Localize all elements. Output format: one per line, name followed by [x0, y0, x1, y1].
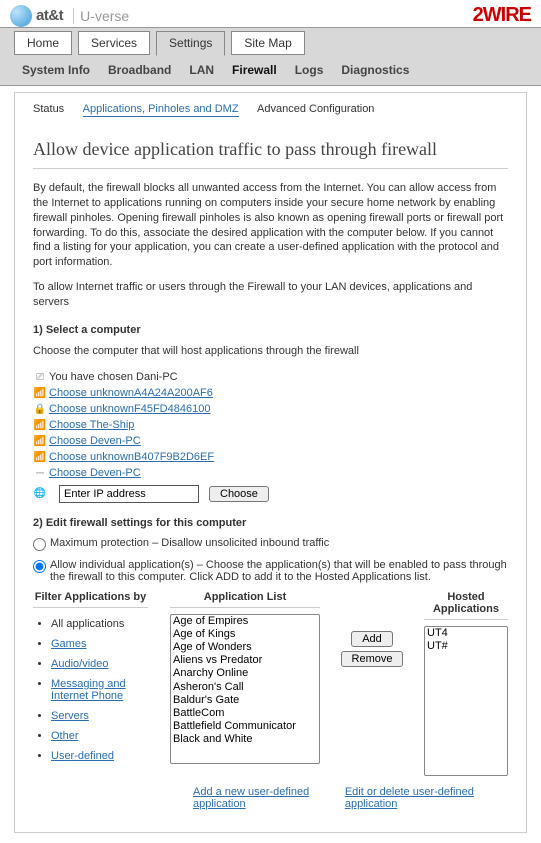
filter-other[interactable]: Other	[51, 730, 79, 742]
application-list[interactable]: Age of Empires Age of Kings Age of Wonde…	[170, 614, 320, 764]
step2-heading: 2) Edit firewall settings for this compu…	[33, 517, 508, 529]
choose-button[interactable]: Choose	[209, 486, 269, 502]
radio-allow-apps[interactable]	[33, 560, 46, 573]
add-new-app-link[interactable]: Add a new user-defined application	[193, 786, 345, 810]
filter-audiovideo[interactable]: Audio/video	[51, 658, 109, 670]
wifi-icon: 📶	[33, 388, 47, 399]
wifi-icon: 📶	[33, 420, 47, 431]
filter-games[interactable]: Games	[51, 638, 86, 650]
app-option[interactable]: Age of Empires	[171, 615, 319, 628]
tab-home[interactable]: Home	[14, 31, 72, 55]
hosted-option[interactable]: UT4	[425, 627, 507, 640]
subtab-logs[interactable]: Logs	[295, 63, 324, 77]
radio-allow-label: Allow individual application(s) – Choose…	[50, 559, 508, 583]
hosted-header: Hosted Applications	[424, 591, 508, 620]
hosted-option[interactable]: UT#	[425, 640, 507, 653]
intro-text: By default, the firewall blocks all unwa…	[33, 181, 508, 270]
device-icon: ⎚	[33, 372, 47, 383]
app-option[interactable]: Age of Kings	[171, 628, 319, 641]
filter-userdefined[interactable]: User-defined	[51, 750, 114, 762]
radio-max-protection[interactable]	[33, 538, 46, 551]
app-option[interactable]: Age of Wonders	[171, 641, 319, 654]
chosen-device: You have chosen Dani-PC	[49, 371, 178, 383]
filter-all[interactable]: All applications	[51, 618, 124, 630]
device-link[interactable]: Choose The-Ship	[49, 419, 134, 431]
edit-app-link[interactable]: Edit or delete user-defined application	[345, 786, 508, 810]
att-logo: at&t U-verse	[10, 5, 129, 27]
subnav-status[interactable]: Status	[33, 103, 64, 115]
intro2-text: To allow Internet traffic or users throu…	[33, 280, 508, 310]
filter-header: Filter Applications by	[33, 591, 148, 608]
filter-servers[interactable]: Servers	[51, 710, 89, 722]
ip-input[interactable]	[59, 485, 199, 503]
tab-services[interactable]: Services	[78, 31, 150, 55]
step1-heading: 1) Select a computer	[33, 324, 508, 336]
hosted-applications[interactable]: UT4 UT#	[424, 626, 508, 776]
filter-messaging[interactable]: Messaging and Internet Phone	[51, 678, 126, 702]
wifi-icon: 📶	[33, 452, 47, 463]
app-option[interactable]: Battlefield Communicator	[171, 720, 319, 733]
step1-desc: Choose the computer that will host appli…	[33, 344, 508, 359]
wifi-icon: 📶	[33, 436, 47, 447]
globe-icon: 🌐	[33, 488, 47, 499]
att-text: at&t	[36, 7, 63, 24]
subtab-lan[interactable]: LAN	[189, 63, 214, 77]
uverse-text: U-verse	[73, 8, 129, 24]
app-option[interactable]: Aliens vs Predator	[171, 654, 319, 667]
radio-max-label: Maximum protection – Disallow unsolicite…	[50, 537, 329, 549]
sub-tabs: System Info Broadband LAN Firewall Logs …	[0, 55, 541, 85]
page-title: Allow device application traffic to pass…	[33, 139, 508, 169]
firewall-subnav: Status Applications, Pinholes and DMZ Ad…	[15, 93, 526, 125]
device-icon: 🔒	[33, 404, 47, 415]
subnav-advanced[interactable]: Advanced Configuration	[257, 103, 374, 115]
app-option[interactable]: Baldur's Gate	[171, 694, 319, 707]
app-option[interactable]: Anarchy Online	[171, 667, 319, 680]
device-link[interactable]: Choose Deven-PC	[49, 467, 141, 479]
subtab-broadband[interactable]: Broadband	[108, 63, 171, 77]
device-link[interactable]: Choose unknownF45FD4846100	[49, 403, 210, 415]
app-option[interactable]: BattleCom	[171, 707, 319, 720]
app-option[interactable]: Black and White	[171, 733, 319, 746]
app-option[interactable]: Asheron's Call	[171, 681, 319, 694]
device-link[interactable]: Choose unknownB407F9B2D6EF	[49, 451, 214, 463]
subnav-apps-pinholes[interactable]: Applications, Pinholes and DMZ	[83, 103, 239, 117]
applist-header: Application List	[170, 591, 320, 608]
device-link[interactable]: Choose Deven-PC	[49, 435, 141, 447]
tab-settings[interactable]: Settings	[156, 31, 225, 56]
subtab-diagnostics[interactable]: Diagnostics	[341, 63, 409, 77]
tab-sitemap[interactable]: Site Map	[231, 31, 304, 55]
add-button[interactable]: Add	[351, 631, 393, 647]
device-list: ⎚You have chosen Dani-PC 📶Choose unknown…	[33, 369, 508, 481]
globe-icon	[10, 5, 32, 27]
main-tabs: Home Services Settings Site Map	[0, 28, 541, 55]
device-link[interactable]: Choose unknownA4A24A200AF6	[49, 387, 213, 399]
remove-button[interactable]: Remove	[341, 651, 404, 667]
filter-list: All applications Games Audio/video Messa…	[33, 614, 148, 766]
subtab-firewall[interactable]: Firewall	[232, 63, 277, 77]
ethernet-icon: ⎓	[33, 468, 47, 479]
2wire-logo: 2WIRE	[473, 4, 531, 27]
subtab-systeminfo[interactable]: System Info	[22, 63, 90, 77]
